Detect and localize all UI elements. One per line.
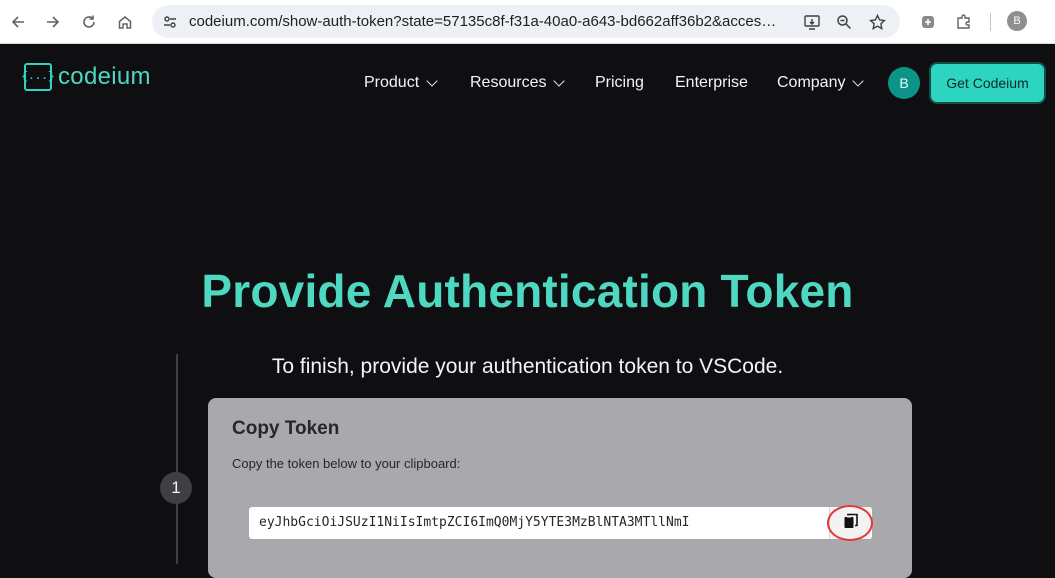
site-header: {...} codeium Product Resources Pricing … [0, 45, 1055, 121]
nav-pricing[interactable]: Pricing [595, 74, 644, 92]
nav-label: Product [364, 74, 420, 91]
card-title: Copy Token [232, 418, 340, 439]
nav-label: Pricing [595, 74, 644, 91]
chevron-down-icon [426, 75, 438, 87]
step-number-badge: 1 [160, 472, 192, 504]
nav-label: Company [777, 74, 846, 91]
nav-resources[interactable]: Resources [470, 74, 566, 92]
get-codeium-button[interactable]: Get Codeium [931, 64, 1044, 102]
url-text[interactable]: codeium.com/show-auth-token?state=57135c… [189, 13, 789, 30]
page-title: Provide Authentication Token [201, 265, 854, 317]
bookmark-star-icon[interactable] [867, 12, 887, 32]
chevron-down-icon [852, 75, 865, 87]
chevron-down-icon [553, 75, 566, 87]
copy-token-button[interactable] [829, 507, 871, 539]
browser-toolbar: codeium.com/show-auth-token?state=57135c… [0, 0, 1055, 44]
nav-enterprise[interactable]: Enterprise [675, 74, 748, 92]
card-description: Copy the token below to your clipboard: [232, 456, 461, 471]
step-timeline-line [176, 354, 178, 564]
toolbar-divider [990, 13, 991, 31]
token-value[interactable]: eyJhbGciOiJSUzI1NiIsImtpZCI6ImQ0MjY5YTE3… [259, 515, 744, 530]
nav-product[interactable]: Product [364, 74, 438, 92]
address-bar[interactable]: codeium.com/show-auth-token?state=57135c… [152, 5, 900, 38]
nav-label: Resources [470, 74, 547, 91]
site-info-icon[interactable] [160, 12, 180, 32]
puzzle-icon[interactable] [951, 9, 977, 35]
back-icon[interactable] [5, 9, 31, 35]
extension-icon[interactable] [915, 9, 941, 35]
token-field[interactable]: eyJhbGciOiJSUzI1NiIsImtpZCI6ImQ0MjY5YTE3… [249, 507, 872, 539]
install-app-icon[interactable] [802, 12, 822, 32]
codeium-logo-mark: {...} [22, 63, 55, 91]
copy-token-card: Copy Token Copy the token below to your … [208, 398, 912, 578]
forward-icon[interactable] [40, 9, 66, 35]
clipboard-icon [843, 512, 859, 535]
home-icon[interactable] [112, 9, 138, 35]
nav-company[interactable]: Company [777, 74, 865, 92]
brand-name: codeium [58, 63, 151, 90]
user-avatar[interactable]: B [888, 67, 920, 99]
reload-icon[interactable] [76, 9, 102, 35]
nav-label: Enterprise [675, 74, 748, 91]
codeium-logo[interactable]: {...} codeium [22, 63, 151, 91]
zoom-icon[interactable] [834, 12, 854, 32]
page-subtitle: To finish, provide your authentication t… [271, 355, 784, 378]
browser-profile-avatar[interactable]: B [1007, 11, 1027, 31]
